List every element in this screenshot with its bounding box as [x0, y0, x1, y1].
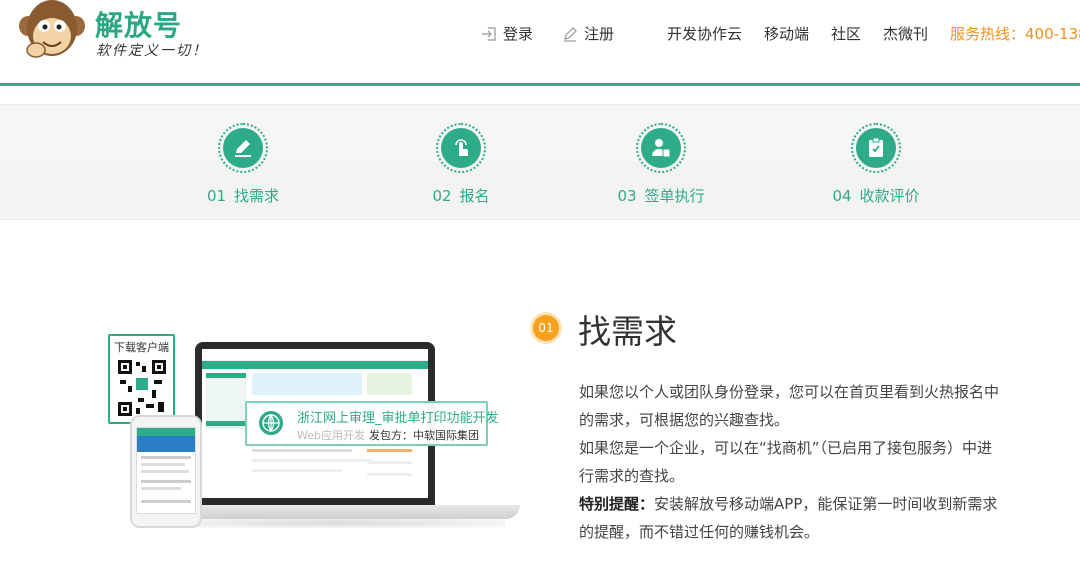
nav-weekly[interactable]: 杰微刊: [883, 23, 928, 44]
demand-title: 浙江网上审理_审批单打印功能开发: [297, 411, 499, 426]
process-steps: 01 找需求 02 报名 03 签单执行 04 收款评价: [0, 104, 1080, 220]
step-icon-ring: [436, 123, 486, 173]
step-label: 04 收款评价: [832, 187, 920, 205]
user-sign-icon: [652, 139, 671, 158]
qr-code-icon: [116, 358, 168, 418]
login-icon: [482, 26, 496, 41]
tip-label: 特别提醒：: [579, 495, 655, 513]
nav-community[interactable]: 社区: [831, 23, 861, 44]
laptop-shadow: [165, 518, 505, 528]
step-signup[interactable]: 02 报名: [391, 123, 531, 206]
step-icon-ring: [218, 123, 268, 173]
nav-mobile[interactable]: 移动端: [764, 23, 809, 44]
step-payment-review[interactable]: 04 收款评价: [806, 123, 946, 206]
description-tip: 特别提醒：安装解放号移动端APP，能保证第一时间收到新需求的提醒，而不错过任何的…: [579, 490, 999, 546]
demand-card-popup[interactable]: 浙江网上审理_审批单打印功能开发 Web应用开发 发包方：中软国际集团: [245, 401, 499, 446]
section-description: 如果您以个人或团队身份登录，您可以在首页里看到火热报名中的需求，可根据您的兴趣查…: [579, 378, 999, 546]
product-illustration: 下载客户端 浙江网上审理_审批单打印功能开发 Web应用开发 发包方：中软国际集…: [105, 330, 520, 545]
clipboard-icon: [869, 137, 883, 157]
demand-client: Web应用开发 发包方：中软国际集团: [297, 429, 479, 442]
download-client-qr[interactable]: 下载客户端: [108, 334, 175, 424]
login-label: 登录: [503, 25, 534, 43]
register-link[interactable]: 注册: [562, 23, 614, 44]
section-number-badge: 01: [533, 315, 559, 341]
pencil-icon: [235, 140, 251, 157]
login-link[interactable]: 登录: [481, 23, 533, 44]
step-label: 02 报名: [432, 187, 490, 205]
demand-category: Web应用开发: [297, 429, 365, 442]
description-individual: 如果您以个人或团队身份登录，您可以在首页里看到火热报名中的需求，可根据您的兴趣查…: [579, 383, 1000, 429]
step-label: 01 找需求: [206, 187, 280, 205]
description-enterprise: 如果您是一个企业，可以在“找商机”（已启用了接包服务）中进行需求的查找。: [579, 439, 993, 485]
step-icon-ring: [636, 123, 686, 173]
register-label: 注册: [584, 25, 615, 43]
phone-illustration: [130, 415, 202, 528]
pencil-icon: [564, 26, 577, 42]
service-hotline: 服务热线：400-138: [950, 25, 1080, 43]
nav-cloud[interactable]: 开发协作云: [667, 23, 742, 44]
site-header: 解放号 软件定义一切！ 登录 注册 开发协作云 移动端 社区 杰微刊 服务热线：…: [0, 0, 1080, 86]
step-icon-ring: [851, 123, 901, 173]
top-nav: 登录 注册 开发协作云 移动端 社区 杰微刊 服务热线：400-138: [0, 23, 1080, 45]
qr-title: 下载客户端: [114, 341, 169, 354]
step-sign-execute[interactable]: 03 签单执行: [591, 123, 731, 206]
step-find-demand[interactable]: 01 找需求: [173, 123, 313, 206]
tap-hand-icon: [455, 139, 468, 156]
step-label: 03 签单执行: [617, 187, 705, 205]
globe-icon: [259, 411, 283, 435]
section-title: 找需求: [578, 312, 677, 351]
